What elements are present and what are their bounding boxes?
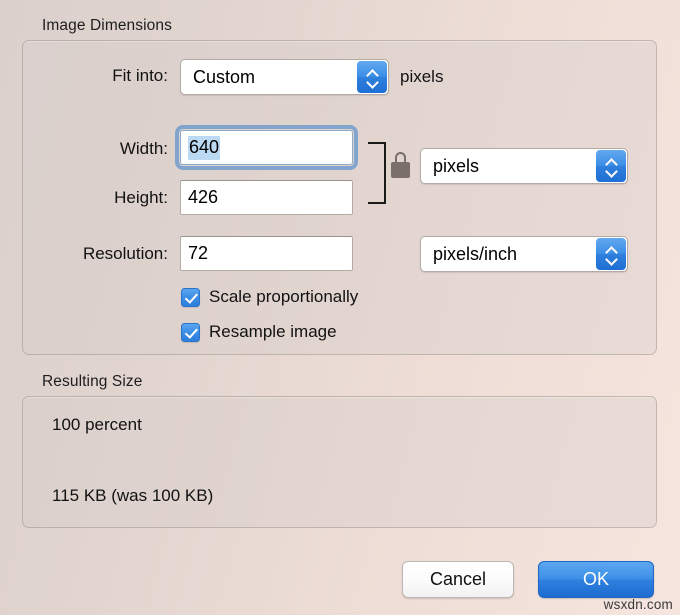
fit-into-unit-text: pixels	[400, 67, 444, 86]
cancel-button[interactable]: Cancel	[402, 561, 514, 598]
scale-proportionally-checkbox[interactable]	[181, 287, 200, 307]
scale-proportionally-checkbox-row[interactable]: Scale proportionally	[181, 287, 358, 307]
resolution-label: Resolution:	[82, 244, 168, 263]
width-input-value: 640	[188, 135, 221, 160]
size-unit-select[interactable]: pixels	[420, 148, 628, 184]
resulting-percent-text: 100 percent	[52, 415, 142, 434]
image-dimensions-section-label: Image Dimensions	[42, 17, 172, 34]
resolution-input-value: 72	[188, 243, 209, 263]
height-input-value: 426	[188, 187, 219, 207]
chevron-up-icon	[367, 70, 378, 76]
resulting-size-section-label: Resulting Size	[42, 373, 143, 390]
chevron-down-icon	[606, 256, 617, 262]
resulting-filesize-text: 115 KB (was 100 KB)	[52, 486, 214, 505]
watermark: wsxdn.com	[603, 597, 673, 612]
fit-into-select[interactable]: Custom	[180, 59, 389, 95]
fit-into-stepper-icon[interactable]	[357, 61, 387, 93]
fit-into-value: Custom	[193, 66, 256, 87]
size-unit-value: pixels	[433, 155, 480, 176]
chevron-down-icon	[606, 168, 617, 174]
lock-body	[391, 162, 410, 178]
ok-button[interactable]: OK	[538, 561, 654, 598]
width-input[interactable]: 640	[175, 125, 358, 170]
chevron-up-icon	[606, 159, 617, 165]
resample-image-checkbox-row[interactable]: Resample image	[181, 322, 337, 342]
width-label: Width:	[119, 139, 168, 158]
size-unit-stepper-icon[interactable]	[596, 150, 626, 182]
resolution-unit-stepper-icon[interactable]	[596, 238, 626, 270]
chevron-up-icon	[606, 247, 617, 253]
dimension-link-bracket	[368, 142, 386, 204]
resolution-unit-select[interactable]: pixels/inch	[420, 236, 628, 272]
resolution-unit-value: pixels/inch	[433, 243, 518, 264]
resample-image-checkbox[interactable]	[181, 322, 200, 342]
lock-closed-icon[interactable]	[391, 152, 410, 178]
height-label: Height:	[114, 188, 168, 207]
image-resize-dialog: Image Dimensions Fit into: Custom pixels…	[0, 0, 680, 615]
fit-into-label: Fit into:	[112, 66, 168, 85]
resolution-input[interactable]: 72	[180, 236, 353, 271]
scale-proportionally-label: Scale proportionally	[209, 287, 359, 306]
resample-image-label: Resample image	[209, 322, 337, 341]
height-input[interactable]: 426	[180, 180, 353, 215]
chevron-down-icon	[367, 79, 378, 85]
